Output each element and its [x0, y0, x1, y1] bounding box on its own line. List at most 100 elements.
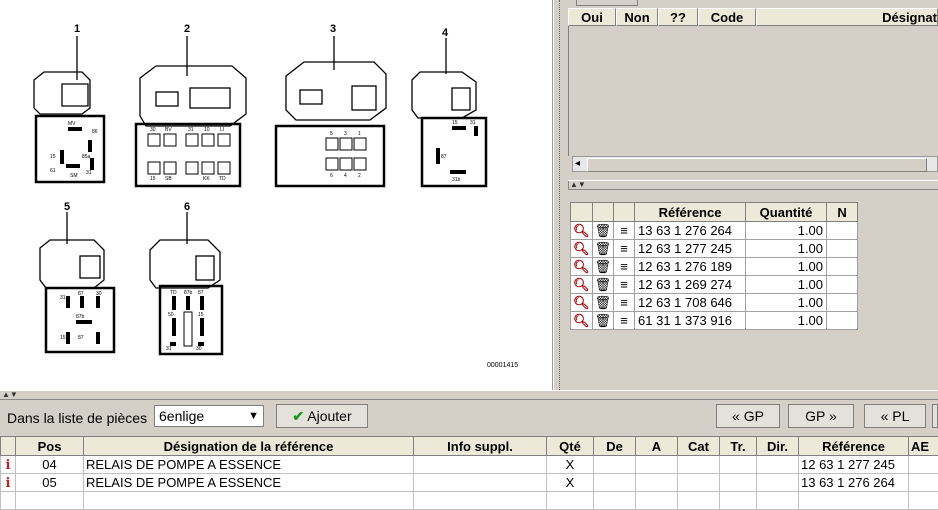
- col-ae[interactable]: AE: [909, 437, 938, 456]
- pin-label: 15: [60, 335, 66, 341]
- chevron-down-icon[interactable]: ▼: [248, 406, 259, 426]
- trash-icon[interactable]: 🗑︎: [592, 312, 614, 330]
- horizontal-scrollbar[interactable]: ◂: [572, 156, 938, 172]
- horizontal-splitter-right[interactable]: ▲▼: [568, 180, 938, 190]
- document-icon[interactable]: ≡: [614, 240, 635, 258]
- document-icon[interactable]: ≡: [614, 222, 635, 240]
- search-icon[interactable]: 🔍︎: [571, 276, 593, 294]
- prev-pl-button[interactable]: « PL: [864, 404, 926, 428]
- search-icon[interactable]: 🔍︎: [571, 222, 593, 240]
- parts-list-row[interactable]: i04RELAIS DE POMPE A ESSENCEX12 63 1 277…: [1, 456, 938, 474]
- pin-label: 87: [198, 290, 204, 296]
- reference-value: 12 63 1 708 646: [635, 294, 746, 312]
- reference-panel: Référence Quantité N 🔍︎🗑︎≡13 63 1 276 26…: [568, 190, 938, 390]
- document-icon[interactable]: ≡: [614, 312, 635, 330]
- pin-label: 3: [344, 131, 347, 137]
- reference-row[interactable]: 🔍︎🗑︎≡12 63 1 708 6461.00: [571, 294, 858, 312]
- col-pos[interactable]: Pos: [16, 437, 84, 456]
- col-tr[interactable]: Tr.: [720, 437, 757, 456]
- diagram-label-3: 3: [330, 23, 336, 35]
- col-code[interactable]: Code: [698, 8, 756, 26]
- pin-label: 85a: [82, 154, 91, 160]
- col-unknown[interactable]: ??: [658, 8, 698, 26]
- col-reference[interactable]: Référence: [635, 203, 746, 222]
- vertical-splitter[interactable]: [553, 0, 569, 390]
- pin-label: SM: [70, 173, 78, 179]
- reference-value: 61 31 1 373 916: [635, 312, 746, 330]
- pos-value: 05: [16, 474, 84, 492]
- add-button[interactable]: ✔ Ajouter: [276, 404, 368, 428]
- trash-icon[interactable]: 🗑︎: [592, 276, 614, 294]
- col-designation[interactable]: Désignat: [756, 8, 938, 26]
- col-info-suppl[interactable]: Info suppl.: [414, 437, 547, 456]
- pin-label: 61: [50, 168, 56, 174]
- pin-label: 5: [330, 131, 333, 137]
- trash-icon[interactable]: 🗑︎: [592, 258, 614, 276]
- col-oui[interactable]: Oui: [568, 8, 616, 26]
- col-reference[interactable]: Référence: [799, 437, 909, 456]
- pin-label: 30: [150, 127, 156, 133]
- pin-label: 15: [50, 154, 56, 160]
- pin-label: 86: [92, 129, 98, 135]
- reference-row[interactable]: 🔍︎🗑︎≡12 63 1 277 2451.00: [571, 240, 858, 258]
- pin-label: KK: [203, 176, 210, 182]
- reference-row[interactable]: 🔍︎🗑︎≡12 63 1 269 2741.00: [571, 276, 858, 294]
- prev-gp-button[interactable]: « GP: [716, 404, 780, 428]
- quantity-value: 1.00: [746, 276, 827, 294]
- search-icon[interactable]: 🔍︎: [571, 240, 593, 258]
- trash-icon[interactable]: 🗑︎: [592, 294, 614, 312]
- document-icon[interactable]: ≡: [614, 258, 635, 276]
- next-gp-button[interactable]: GP »: [788, 404, 854, 428]
- parts-list-row[interactable]: i05RELAIS DE POMPE A ESSENCEX13 63 1 276…: [1, 474, 938, 492]
- quantity-value: 1.00: [746, 240, 827, 258]
- col-non[interactable]: Non: [616, 8, 658, 26]
- scrollbar-thumb[interactable]: [587, 158, 927, 172]
- reference-value: 12 63 1 269 274: [635, 276, 746, 294]
- toolbar-button-edge[interactable]: [576, 0, 638, 6]
- reference-row[interactable]: 🔍︎🗑︎≡13 63 1 276 2641.00: [571, 222, 858, 240]
- quantity-value: 1.00: [746, 312, 827, 330]
- col-quantity[interactable]: Quantité: [746, 203, 827, 222]
- col-de[interactable]: De: [594, 437, 636, 456]
- diagram-label-5: 5: [64, 201, 70, 213]
- trash-icon[interactable]: 🗑︎: [592, 222, 614, 240]
- pin-label: TD: [219, 176, 226, 182]
- n-value: [827, 276, 858, 294]
- col-n[interactable]: N: [827, 203, 858, 222]
- col-qty[interactable]: Qté: [547, 437, 594, 456]
- diagram-label-1: 1: [74, 23, 80, 35]
- diagram-code: 00001415: [487, 362, 518, 369]
- reference-row[interactable]: 🔍︎🗑︎≡12 63 1 276 1891.00: [571, 258, 858, 276]
- collapse-up-icon[interactable]: ▲▼: [570, 180, 586, 189]
- next-pl-button-edge[interactable]: [932, 404, 938, 428]
- qty-value: X: [547, 456, 594, 474]
- horizontal-splitter-bottom[interactable]: ▲▼: [0, 390, 938, 400]
- info-icon[interactable]: i: [1, 456, 16, 474]
- col-info-icon[interactable]: [1, 437, 16, 456]
- col-a[interactable]: A: [636, 437, 678, 456]
- pin-label: 31: [470, 120, 476, 126]
- col-designation[interactable]: Désignation de la référence: [84, 437, 414, 456]
- reference-row[interactable]: 🔍︎🗑︎≡61 31 1 373 9161.00: [571, 312, 858, 330]
- pin-label: 30: [96, 291, 102, 297]
- trash-icon[interactable]: 🗑︎: [592, 240, 614, 258]
- document-icon[interactable]: ≡: [614, 294, 635, 312]
- quantity-value: 1.00: [746, 258, 827, 276]
- scroll-left-icon[interactable]: ◂: [575, 158, 580, 169]
- info-icon[interactable]: i: [1, 474, 16, 492]
- parts-diagram-panel[interactable]: 1 2 3 4 5 6 00001415 MV 86 15 85a 61 31 …: [0, 0, 553, 390]
- n-value: [827, 312, 858, 330]
- document-icon[interactable]: ≡: [614, 276, 635, 294]
- search-icon[interactable]: 🔍︎: [571, 294, 593, 312]
- col-cat[interactable]: Cat: [678, 437, 720, 456]
- collapse-down-icon[interactable]: ▲▼: [2, 390, 18, 399]
- pin-label: SB: [165, 176, 172, 182]
- pin-label: 87: [441, 154, 447, 160]
- parts-list-label: Dans la liste de pièces: [7, 410, 147, 426]
- col-dir[interactable]: Dir.: [757, 437, 799, 456]
- parts-list-select[interactable]: 6enlige ▼: [154, 405, 264, 427]
- search-icon[interactable]: 🔍︎: [571, 258, 593, 276]
- search-icon[interactable]: 🔍︎: [571, 312, 593, 330]
- pin-label: 50: [168, 312, 174, 318]
- pin-label: 30: [196, 346, 202, 352]
